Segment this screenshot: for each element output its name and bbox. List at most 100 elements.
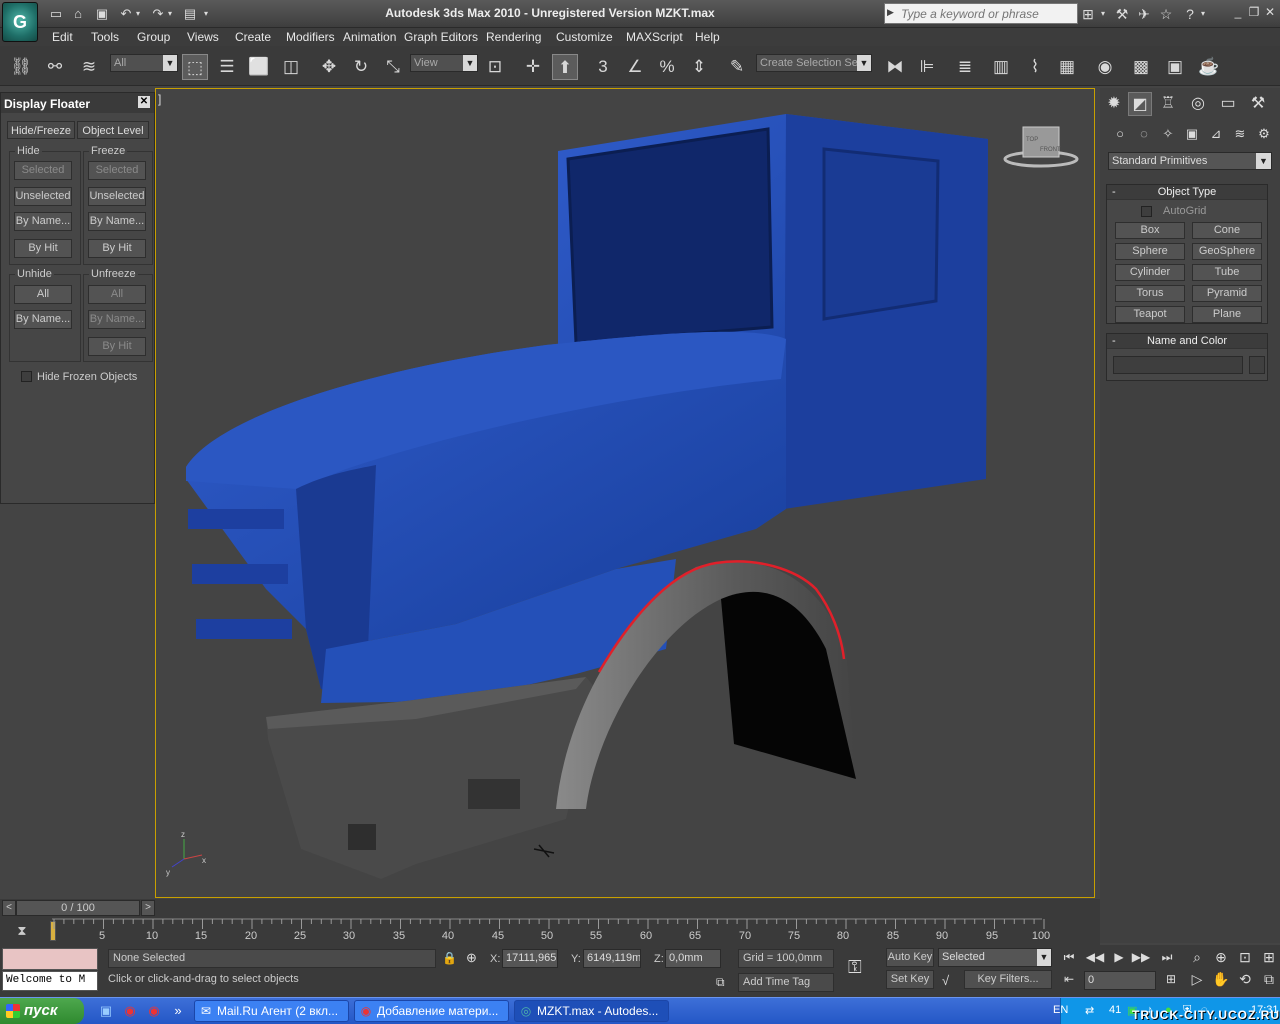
cameras-icon[interactable]: ▣ bbox=[1182, 124, 1202, 144]
geometry-icon[interactable]: ○ bbox=[1110, 124, 1130, 144]
maximize-viewport-icon[interactable]: ⧉ bbox=[1258, 969, 1280, 989]
move-icon[interactable]: ✥ bbox=[316, 54, 342, 80]
zoom-all-icon[interactable]: ⊕ bbox=[1210, 947, 1232, 967]
previous-frame-icon[interactable]: < bbox=[2, 900, 16, 916]
snap-toggle-icon[interactable]: 3 bbox=[590, 54, 616, 80]
cylinder-button[interactable]: Cylinder bbox=[1115, 264, 1185, 281]
hide-by-name-button[interactable]: By Name... bbox=[14, 212, 72, 231]
set-key-button[interactable]: Set Key bbox=[886, 970, 934, 989]
menu-animation[interactable]: Animation bbox=[343, 30, 396, 44]
keyboard-shortcut-override-icon[interactable]: ⬆ bbox=[552, 54, 578, 80]
quick-render-icon[interactable]: ☕ bbox=[1196, 54, 1222, 80]
create-tab-icon[interactable]: ✹ bbox=[1102, 92, 1126, 116]
systems-icon[interactable]: ⚙ bbox=[1254, 124, 1274, 144]
unfreeze-all-button[interactable]: All bbox=[88, 285, 146, 304]
application-button-icon[interactable]: G bbox=[2, 2, 38, 42]
close-icon[interactable]: ✕ bbox=[138, 96, 150, 108]
freeze-unselected-button[interactable]: Unselected bbox=[88, 187, 146, 206]
new-file-icon[interactable]: ▭ bbox=[46, 5, 66, 23]
time-configuration-icon[interactable]: ⊞ bbox=[1160, 969, 1182, 989]
go-to-end-icon[interactable]: ⏭ bbox=[1156, 947, 1178, 967]
set-key-icon[interactable]: ⚿ bbox=[848, 957, 862, 978]
view-cube-front-label[interactable]: FRONT bbox=[1040, 147, 1061, 153]
autogrid-checkbox[interactable] bbox=[1141, 206, 1152, 217]
cone-button[interactable]: Cone bbox=[1192, 222, 1262, 239]
pivot-icon[interactable]: ⊡ bbox=[482, 54, 508, 80]
next-key-icon[interactable]: ▶▶ bbox=[1130, 947, 1152, 967]
help-dropdown-icon[interactable]: ▾ bbox=[1198, 4, 1208, 24]
quick-access-dropdown-icon[interactable]: ▾ bbox=[200, 5, 212, 23]
selection-filter-dropdown[interactable]: All ▼ bbox=[110, 54, 178, 72]
layer-manager-icon[interactable]: ≣ bbox=[952, 54, 978, 80]
box-button[interactable]: Box bbox=[1115, 222, 1185, 239]
helpers-icon[interactable]: ⊿ bbox=[1206, 124, 1226, 144]
align-icon[interactable]: ⊫ bbox=[914, 54, 940, 80]
select-object-icon[interactable]: ⬚ bbox=[182, 54, 208, 80]
language-indicator[interactable]: EN bbox=[1053, 1004, 1068, 1016]
add-time-tag-button[interactable]: Add Time Tag bbox=[738, 973, 834, 992]
quick-launch-expand-icon[interactable]: » bbox=[170, 1003, 186, 1019]
percent-snap-icon[interactable]: % bbox=[654, 54, 680, 80]
graphite-ribbon-icon[interactable]: ▥ bbox=[988, 54, 1014, 80]
pyramid-button[interactable]: Pyramid bbox=[1192, 285, 1262, 302]
z-coord-field[interactable]: 0,0mm bbox=[665, 949, 721, 968]
tube-button[interactable]: Tube bbox=[1192, 264, 1262, 281]
space-warps-icon[interactable]: ≋ bbox=[1230, 124, 1250, 144]
reference-coordinate-dropdown[interactable]: View ▼ bbox=[410, 54, 478, 72]
freeze-by-name-button[interactable]: By Name... bbox=[88, 212, 146, 231]
menu-tools[interactable]: Tools bbox=[91, 30, 119, 44]
menu-group[interactable]: Group bbox=[137, 30, 170, 44]
object-category-dropdown[interactable]: Standard Primitives ▼ bbox=[1108, 152, 1272, 170]
curve-editor-icon[interactable]: ⌇ bbox=[1022, 54, 1048, 80]
menu-graph-editors[interactable]: Graph Editors bbox=[404, 30, 478, 44]
auto-key-button[interactable]: Auto Key bbox=[886, 948, 934, 967]
hide-selected-button[interactable]: Selected bbox=[14, 161, 72, 180]
geosphere-button[interactable]: GeoSphere bbox=[1192, 243, 1262, 260]
shapes-icon[interactable]: ◌ bbox=[1134, 124, 1154, 144]
key-filters-button[interactable]: Key Filters... bbox=[964, 970, 1052, 989]
edit-named-sets-icon[interactable]: ✎ bbox=[724, 54, 750, 80]
view-cube-top-label[interactable]: TOP bbox=[1026, 137, 1038, 143]
menu-rendering[interactable]: Rendering bbox=[486, 30, 541, 44]
tab-object-level[interactable]: Object Level bbox=[77, 121, 149, 139]
menu-customize[interactable]: Customize bbox=[556, 30, 613, 44]
rect-region-icon[interactable]: ⬜ bbox=[246, 54, 272, 80]
quick-launch-disk-icon[interactable]: ▣ bbox=[98, 1003, 114, 1019]
object-name-input[interactable] bbox=[1113, 356, 1243, 374]
freeze-by-hit-button[interactable]: By Hit bbox=[88, 239, 146, 258]
key-mode-dropdown[interactable]: Selected ▼ bbox=[938, 948, 1052, 967]
subscription-center-icon[interactable]: ⚒ bbox=[1112, 4, 1132, 24]
task-mail-ru-agent[interactable]: ✉ Mail.Ru Агент (2 вкл... bbox=[194, 1000, 349, 1022]
named-selection-sets-dropdown[interactable]: Create Selection Se ▼ bbox=[756, 54, 872, 72]
bind-space-warp-icon[interactable]: ≋ bbox=[76, 54, 102, 80]
select-manipulate-icon[interactable]: ✛ bbox=[520, 54, 546, 80]
spinner-snap-icon[interactable]: ⇕ bbox=[686, 54, 712, 80]
open-file-icon[interactable]: ⌂ bbox=[68, 5, 88, 23]
object-type-header[interactable]: - Object Type bbox=[1107, 185, 1267, 200]
freeze-selected-button[interactable]: Selected bbox=[88, 161, 146, 180]
scale-icon[interactable]: ⤡ bbox=[380, 54, 406, 80]
menu-edit[interactable]: Edit bbox=[52, 30, 73, 44]
plane-button[interactable]: Plane bbox=[1192, 306, 1262, 323]
save-file-icon[interactable]: ▣ bbox=[92, 5, 112, 23]
redo-dropdown-icon[interactable]: ▾ bbox=[164, 5, 176, 23]
quick-launch-opera-icon[interactable]: ◉ bbox=[122, 1003, 138, 1019]
search-expand-icon[interactable]: ▶ bbox=[887, 7, 894, 18]
zoom-icon[interactable]: ⌕ bbox=[1186, 947, 1208, 967]
unlink-icon[interactable]: ⚯ bbox=[42, 54, 68, 80]
menu-views[interactable]: Views bbox=[187, 30, 219, 44]
task-3ds-max[interactable]: ◎ MZKT.max - Autodes... bbox=[514, 1000, 669, 1022]
tab-hide-freeze[interactable]: Hide/Freeze bbox=[7, 121, 75, 139]
mirror-icon[interactable]: ⧓ bbox=[882, 54, 908, 80]
material-editor-icon[interactable]: ◉ bbox=[1092, 54, 1118, 80]
schematic-view-icon[interactable]: ▦ bbox=[1054, 54, 1080, 80]
teapot-button[interactable]: Teapot bbox=[1115, 306, 1185, 323]
motion-tab-icon[interactable]: ◎ bbox=[1186, 92, 1210, 116]
favorites-icon[interactable]: ☆ bbox=[1156, 4, 1176, 24]
task-add-material[interactable]: ◉ Добавление матери... bbox=[354, 1000, 509, 1022]
hierarchy-tab-icon[interactable]: ♖ bbox=[1156, 92, 1180, 116]
angle-snap-icon[interactable]: ∠ bbox=[622, 54, 648, 80]
select-and-link-icon[interactable]: ⛓ bbox=[8, 54, 34, 80]
zoom-extents-icon[interactable]: ⊡ bbox=[1234, 947, 1256, 967]
communication-center-icon[interactable]: ✈ bbox=[1134, 4, 1154, 24]
